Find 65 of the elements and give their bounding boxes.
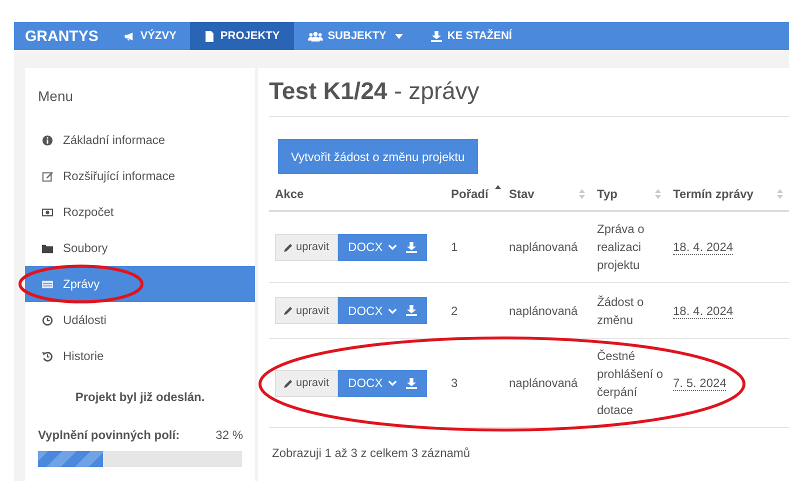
date-text: 18. 4. 2024 — [673, 304, 734, 318]
table-cell: 1 — [445, 211, 503, 282]
pencil-icon — [284, 242, 293, 252]
history-icon — [42, 350, 53, 362]
brand-logo[interactable]: GRANTYS — [14, 22, 110, 50]
column-header[interactable]: Akce — [269, 178, 445, 211]
sidebar-item[interactable]: Základní informace — [25, 122, 255, 158]
edit-button[interactable]: upravit — [275, 370, 338, 396]
sidebar-item[interactable]: Rozšiřující informace — [25, 158, 255, 194]
money-icon — [42, 206, 53, 218]
chevron-down-icon — [388, 380, 397, 386]
sidebar-item[interactable]: Soubory — [25, 230, 255, 266]
column-header[interactable]: Termín zprávy — [667, 178, 789, 211]
pencil-icon — [284, 306, 293, 315]
megaphone-icon — [124, 30, 136, 42]
users-icon — [308, 30, 323, 42]
progress-reading: 32 % — [216, 428, 243, 442]
edit-button[interactable]: upravit — [275, 297, 338, 324]
clock-icon — [42, 314, 53, 326]
table-cell: naplánovaná — [503, 282, 591, 338]
folder-icon — [42, 242, 53, 254]
nav-tab[interactable]: VÝZVY — [110, 22, 190, 50]
sort-icon — [579, 189, 585, 199]
sort-icon — [777, 189, 783, 199]
table-cell: Žádost o změnu — [591, 282, 667, 338]
chevron-down-icon — [388, 244, 397, 250]
pencil-icon — [284, 378, 293, 388]
column-header[interactable]: Pořadí — [445, 178, 503, 211]
table-cell: Čestné prohlášení o čerpání dotace — [591, 338, 667, 428]
nav-tab[interactable]: KE STAŽENÍ — [417, 22, 526, 50]
date-text: 7. 5. 2024 — [673, 376, 726, 391]
download-icon — [406, 378, 417, 388]
date-text: 18. 4. 2024 — [673, 240, 734, 255]
list-icon — [42, 278, 53, 290]
sidebar-item[interactable]: Události — [25, 302, 255, 338]
sidebar-item[interactable]: Historie — [25, 338, 255, 374]
progress-label: Vyplnění povinných polí: — [38, 428, 180, 442]
docx-dropdown-button[interactable]: DOCX — [338, 370, 427, 396]
table-cell: naplánovaná — [503, 338, 591, 428]
table-cell: 3 — [445, 338, 503, 428]
table-cell: naplánovaná — [503, 211, 591, 282]
nav-tab[interactable]: SUBJEKTY — [294, 22, 418, 50]
table-info: Zobrazuji 1 až 3 z celkem 3 záznamů — [271, 445, 472, 460]
table-cell: 2 — [445, 282, 503, 338]
docx-dropdown-button[interactable]: DOCX — [338, 234, 427, 260]
download-icon — [406, 305, 417, 316]
nav-tab[interactable]: PROJEKTY — [190, 22, 294, 50]
table-cell: Zpráva o realizaci projektu — [591, 211, 667, 282]
chevron-down-icon — [388, 308, 397, 314]
document-icon — [204, 30, 216, 42]
edit-icon — [42, 170, 53, 182]
menu-title: Menu — [37, 87, 74, 106]
sidebar-item[interactable]: Rozpočet — [25, 194, 255, 230]
docx-dropdown-button[interactable]: DOCX — [338, 297, 427, 324]
column-header[interactable]: Stav — [503, 178, 591, 211]
status-message: Projekt byl již odeslán. — [74, 389, 206, 406]
page-title: Test K1/24 - zprávy — [269, 78, 789, 117]
create-request-button[interactable]: Vytvořit žádost o změnu projektu — [278, 139, 478, 174]
download-icon — [431, 30, 442, 42]
caret-icon — [395, 34, 404, 38]
info-icon — [42, 134, 53, 146]
download-icon — [406, 242, 417, 252]
column-header[interactable]: Typ — [591, 178, 667, 211]
edit-button[interactable]: upravit — [275, 234, 338, 260]
sort-icon — [655, 189, 661, 199]
